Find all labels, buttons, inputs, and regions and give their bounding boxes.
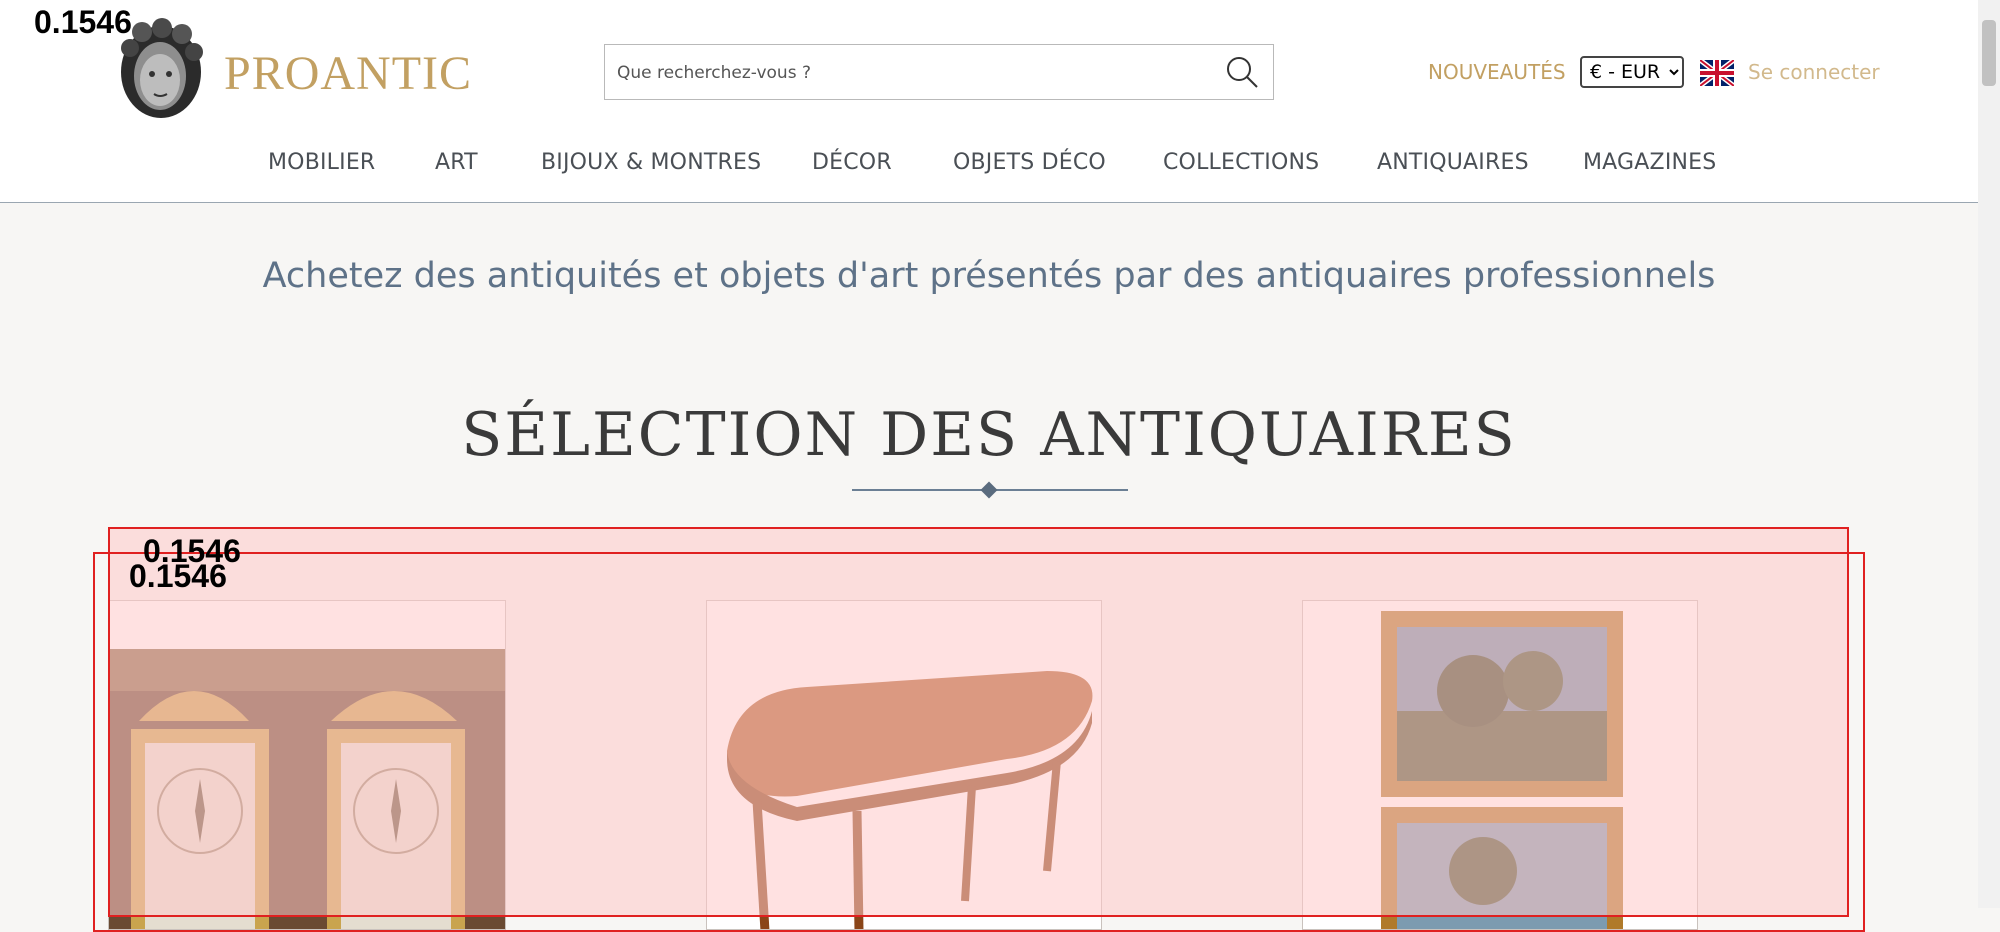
new-arrivals-link[interactable]: NOUVEAUTÉS (1428, 60, 1566, 84)
page-scrollbar[interactable] (1978, 0, 2000, 908)
search-input[interactable] (615, 45, 1209, 101)
scrollbar-thumb[interactable] (1982, 20, 1996, 86)
nav-item-collections[interactable]: COLLECTIONS (1163, 150, 1319, 175)
score-label-overlay: 0.1546 (129, 558, 227, 594)
brand-logo-text[interactable]: PROANTIC (224, 46, 472, 101)
title-diamond-icon (980, 481, 998, 499)
site-tagline: Achetez des antiquités et objets d'art p… (262, 256, 1716, 296)
section-title: SÉLECTION DES ANTIQUAIRES (461, 400, 1517, 470)
search-bar (604, 44, 1274, 101)
search-icon[interactable] (1225, 55, 1259, 89)
nav-item-decor[interactable]: DÉCOR (812, 150, 892, 175)
login-link[interactable]: Se connecter (1748, 60, 1880, 84)
detection-overlay (93, 552, 1865, 932)
nav-item-objets-deco[interactable]: OBJETS DÉCO (953, 150, 1106, 175)
nav-item-antiquaires[interactable]: ANTIQUAIRES (1377, 150, 1529, 175)
main-nav: MOBILIER ART BIJOUX & MONTRES DÉCOR OBJE… (0, 150, 1978, 180)
uk-flag-icon[interactable] (1700, 60, 1734, 86)
score-label-top: 0.1546 (34, 4, 132, 40)
currency-select[interactable]: € - EUR (1580, 56, 1684, 88)
nav-item-bijoux-montres[interactable]: BIJOUX & MONTRES (541, 150, 761, 175)
nav-item-art[interactable]: ART (435, 150, 478, 175)
site-header: PROANTIC NOUVEAUTÉS € - EUR Se connecter… (0, 0, 1978, 203)
nav-item-mobilier[interactable]: MOBILIER (268, 150, 375, 175)
nav-item-magazines[interactable]: MAGAZINES (1583, 150, 1716, 175)
